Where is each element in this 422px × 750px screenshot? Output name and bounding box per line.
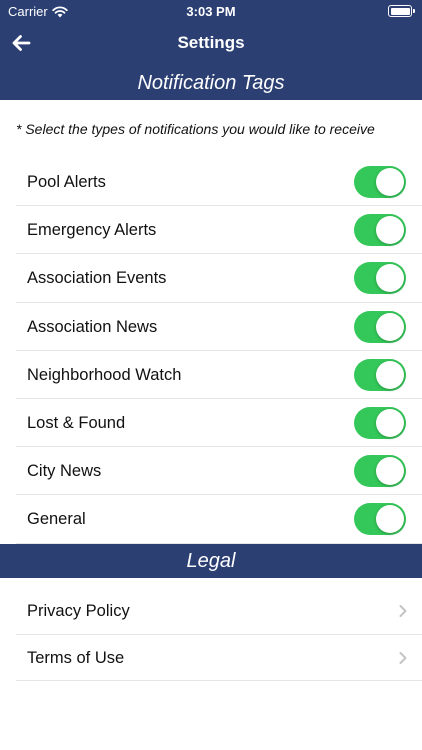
legal-heading: Legal — [186, 550, 236, 572]
navigation-row: Settings — [0, 26, 422, 60]
pool-alerts-toggle[interactable] — [354, 166, 406, 198]
tag-label: Lost & Found — [27, 413, 126, 432]
city-news-toggle[interactable] — [354, 455, 406, 488]
lost-found-toggle[interactable] — [354, 406, 406, 439]
tag-row-city-news: City News — [16, 447, 422, 496]
tag-row-neighborhood-watch: Neighborhood Watch — [16, 351, 422, 399]
tag-row-association-news: Association News — [16, 303, 422, 351]
tag-label: Association News — [27, 317, 158, 336]
notification-tags-list: Pool Alerts Emergency Alerts Association… — [16, 158, 422, 544]
general-toggle[interactable] — [354, 503, 406, 536]
legal-item-label: Terms of Use — [27, 648, 125, 667]
tag-label: Association Events — [27, 269, 167, 288]
association-news-toggle[interactable] — [354, 310, 406, 343]
legal-list: Privacy Policy Terms of Use — [16, 588, 422, 681]
terms-of-use-row[interactable]: Terms of Use — [16, 635, 422, 681]
tag-row-general: General — [16, 495, 422, 544]
clock: 3:03 PM — [186, 4, 236, 19]
tag-label: General — [27, 510, 86, 529]
tag-label: Neighborhood Watch — [27, 365, 182, 384]
tag-row-pool-alerts: Pool Alerts — [16, 158, 422, 207]
tag-row-emergency-alerts: Emergency Alerts — [16, 206, 422, 255]
emergency-alerts-toggle[interactable] — [354, 214, 406, 247]
association-events-toggle[interactable] — [354, 262, 406, 295]
tag-row-lost-found: Lost & Found — [16, 399, 422, 448]
chevron-right-icon — [399, 651, 407, 664]
privacy-policy-row[interactable]: Privacy Policy — [16, 588, 422, 635]
legal-item-label: Privacy Policy — [27, 602, 130, 620]
notification-tags-heading: Notification Tags — [137, 72, 285, 94]
neighborhood-watch-toggle[interactable] — [354, 358, 406, 391]
page-title: Settings — [177, 33, 245, 52]
tag-row-association-events: Association Events — [16, 254, 422, 303]
tag-label: Pool Alerts — [27, 173, 106, 191]
tag-label: Emergency Alerts — [27, 221, 157, 240]
notification-hint: * Select the types of notifications you … — [16, 121, 375, 137]
battery-icon — [388, 5, 415, 17]
status-bar: Carrier 3:03 PM — [0, 0, 422, 24]
chevron-right-icon — [399, 605, 407, 617]
tag-label: City News — [27, 462, 102, 481]
